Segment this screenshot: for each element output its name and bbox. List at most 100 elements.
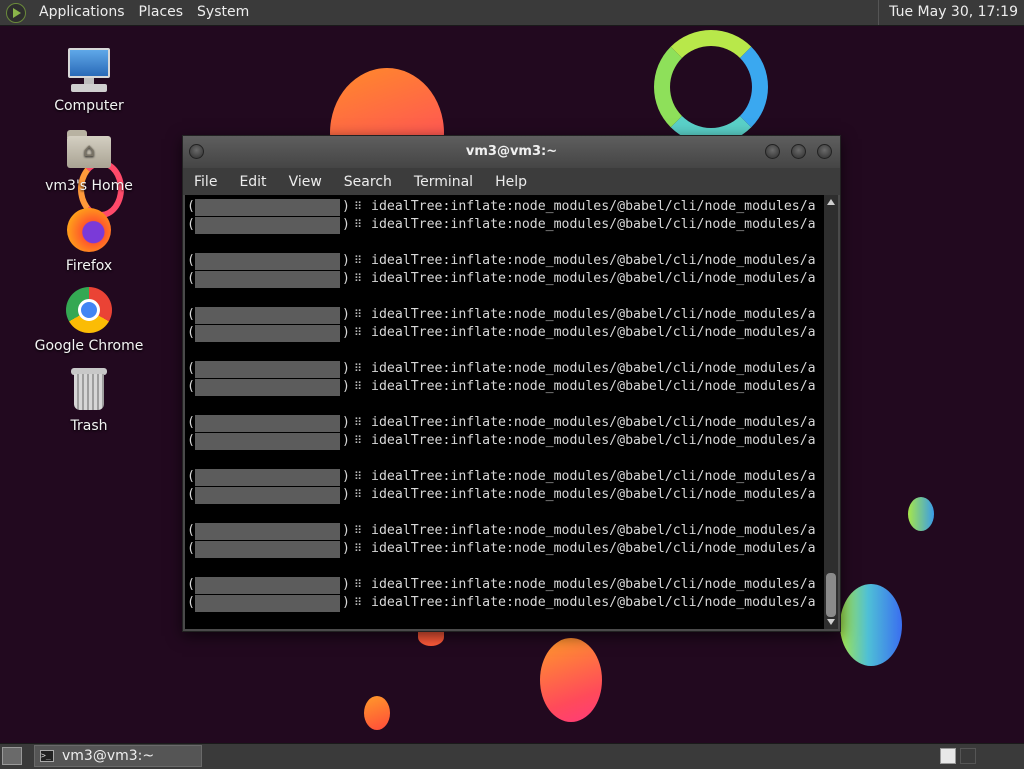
- terminal-line-text: idealTree:inflate:node_modules/@babel/cl…: [371, 379, 816, 394]
- terminal-line-text: idealTree:inflate:node_modules/@babel/cl…: [371, 361, 816, 376]
- terminal-close-paren: ): [342, 523, 350, 538]
- wallpaper-blue-blob: [840, 584, 902, 666]
- redacted-block: [195, 577, 340, 594]
- spinner-glyph: ⠿: [354, 524, 363, 537]
- menu-help[interactable]: Help: [484, 174, 538, 190]
- spinner-glyph: ⠿: [354, 434, 363, 447]
- desktop-icon-firefox[interactable]: Firefox: [29, 206, 149, 274]
- terminal-open-paren: (: [187, 379, 195, 394]
- terminal-line-text: idealTree:inflate:node_modules/@babel/cl…: [371, 415, 816, 430]
- terminal-open-paren: (: [187, 541, 195, 556]
- terminal-line-text: idealTree:inflate:node_modules/@babel/cl…: [371, 253, 816, 268]
- menu-terminal[interactable]: Terminal: [403, 174, 484, 190]
- chrome-icon: [65, 286, 113, 334]
- terminal-close-paren: ): [342, 325, 350, 340]
- spinner-glyph: ⠿: [354, 596, 363, 609]
- scroll-down-icon[interactable]: [827, 619, 835, 625]
- maximize-button[interactable]: [791, 144, 806, 159]
- workspace-1[interactable]: [940, 748, 956, 764]
- redacted-block: [195, 379, 340, 396]
- terminal-open-paren: (: [187, 595, 195, 610]
- terminal-line-text: idealTree:inflate:node_modules/@babel/cl…: [371, 307, 816, 322]
- terminal-open-paren: (: [187, 487, 195, 502]
- terminal-line-text: idealTree:inflate:node_modules/@babel/cl…: [371, 487, 816, 502]
- redacted-block: [195, 199, 340, 216]
- redacted-block: [195, 271, 340, 288]
- desktop-icon-label: Firefox: [65, 258, 113, 274]
- terminal-line-text: idealTree:inflate:node_modules/@babel/cl…: [371, 433, 816, 448]
- terminal-close-paren: ): [342, 469, 350, 484]
- terminal-line-text: idealTree:inflate:node_modules/@babel/cl…: [371, 325, 816, 340]
- terminal-scrollbar[interactable]: [824, 195, 838, 629]
- desktop-icon-trash[interactable]: Trash: [29, 366, 149, 434]
- terminal-line-text: idealTree:inflate:node_modules/@babel/cl…: [371, 577, 816, 592]
- window-titlebar[interactable]: vm3@vm3:~: [183, 136, 840, 168]
- terminal-output[interactable]: () ⠿ idealTree:inflate:node_modules/@babel…: [185, 195, 824, 629]
- terminal-close-paren: ): [342, 379, 350, 394]
- desktop-icon-label: Google Chrome: [34, 338, 144, 354]
- scroll-up-icon[interactable]: [827, 199, 835, 205]
- redacted-block: [195, 217, 340, 234]
- redacted-block: [195, 433, 340, 450]
- wallpaper-green-ring: [654, 30, 768, 144]
- desktop-icon-chrome[interactable]: Google Chrome: [29, 286, 149, 354]
- scrollbar-thumb[interactable]: [826, 573, 836, 617]
- terminal-close-paren: ): [342, 541, 350, 556]
- spinner-glyph: ⠿: [354, 218, 363, 231]
- terminal-open-paren: (: [187, 361, 195, 376]
- desktop-icon-computer[interactable]: Computer: [29, 46, 149, 114]
- minimize-button[interactable]: [765, 144, 780, 159]
- redacted-block: [195, 325, 340, 342]
- spinner-glyph: ⠿: [354, 362, 363, 375]
- show-desktop-icon[interactable]: [2, 747, 22, 765]
- spinner-glyph: ⠿: [354, 470, 363, 483]
- terminal-close-paren: ): [342, 271, 350, 286]
- terminal-open-paren: (: [187, 253, 195, 268]
- home-folder-icon: ⌂: [65, 126, 113, 174]
- terminal-open-paren: (: [187, 577, 195, 592]
- redacted-block: [195, 361, 340, 378]
- menu-view[interactable]: View: [278, 174, 333, 190]
- spinner-glyph: ⠿: [354, 488, 363, 501]
- terminal-line-text: idealTree:inflate:node_modules/@babel/cl…: [371, 595, 816, 610]
- menu-edit[interactable]: Edit: [228, 174, 277, 190]
- spinner-glyph: ⠿: [354, 326, 363, 339]
- terminal-line-text: idealTree:inflate:node_modules/@babel/cl…: [371, 541, 816, 556]
- redacted-block: [195, 415, 340, 432]
- terminal-open-paren: (: [187, 271, 195, 286]
- terminal-open-paren: (: [187, 415, 195, 430]
- desktop-icon-label: Trash: [70, 418, 108, 434]
- menu-system[interactable]: System: [190, 0, 256, 25]
- terminal-close-paren: ): [342, 577, 350, 592]
- taskbar-window-button[interactable]: >_ vm3@vm3:~: [34, 745, 202, 767]
- terminal-close-paren: ): [342, 433, 350, 448]
- top-panel: Applications Places System Tue May 30, 1…: [0, 0, 1024, 26]
- terminal-close-paren: ): [342, 199, 350, 214]
- terminal-line-text: idealTree:inflate:node_modules/@babel/cl…: [371, 199, 816, 214]
- bottom-panel: >_ vm3@vm3:~: [0, 743, 1024, 769]
- terminal-open-paren: (: [187, 523, 195, 538]
- menu-places[interactable]: Places: [132, 0, 191, 25]
- redacted-block: [195, 253, 340, 270]
- redacted-block: [195, 469, 340, 486]
- terminal-line-text: idealTree:inflate:node_modules/@babel/cl…: [371, 271, 816, 286]
- menu-applications[interactable]: Applications: [32, 0, 132, 25]
- clock[interactable]: Tue May 30, 17:19: [878, 0, 1018, 25]
- computer-icon: [65, 46, 113, 94]
- workspace-2[interactable]: [960, 748, 976, 764]
- spinner-glyph: ⠿: [354, 272, 363, 285]
- spinner-glyph: ⠿: [354, 308, 363, 321]
- redacted-block: [195, 307, 340, 324]
- terminal-line-text: idealTree:inflate:node_modules/@babel/cl…: [371, 469, 816, 484]
- terminal-close-paren: ): [342, 361, 350, 376]
- terminal-close-paren: ): [342, 595, 350, 610]
- wallpaper-small-orange-blob: [364, 696, 390, 730]
- close-button[interactable]: [817, 144, 832, 159]
- applications-logo-icon[interactable]: [6, 2, 26, 23]
- menu-file[interactable]: File: [183, 174, 228, 190]
- menu-search[interactable]: Search: [333, 174, 403, 190]
- terminal-close-paren: ): [342, 253, 350, 268]
- window-menu-icon[interactable]: [189, 144, 204, 159]
- terminal-menubar: File Edit View Search Terminal Help: [183, 168, 840, 195]
- desktop-icon-home[interactable]: ⌂ vm3's Home: [29, 126, 149, 194]
